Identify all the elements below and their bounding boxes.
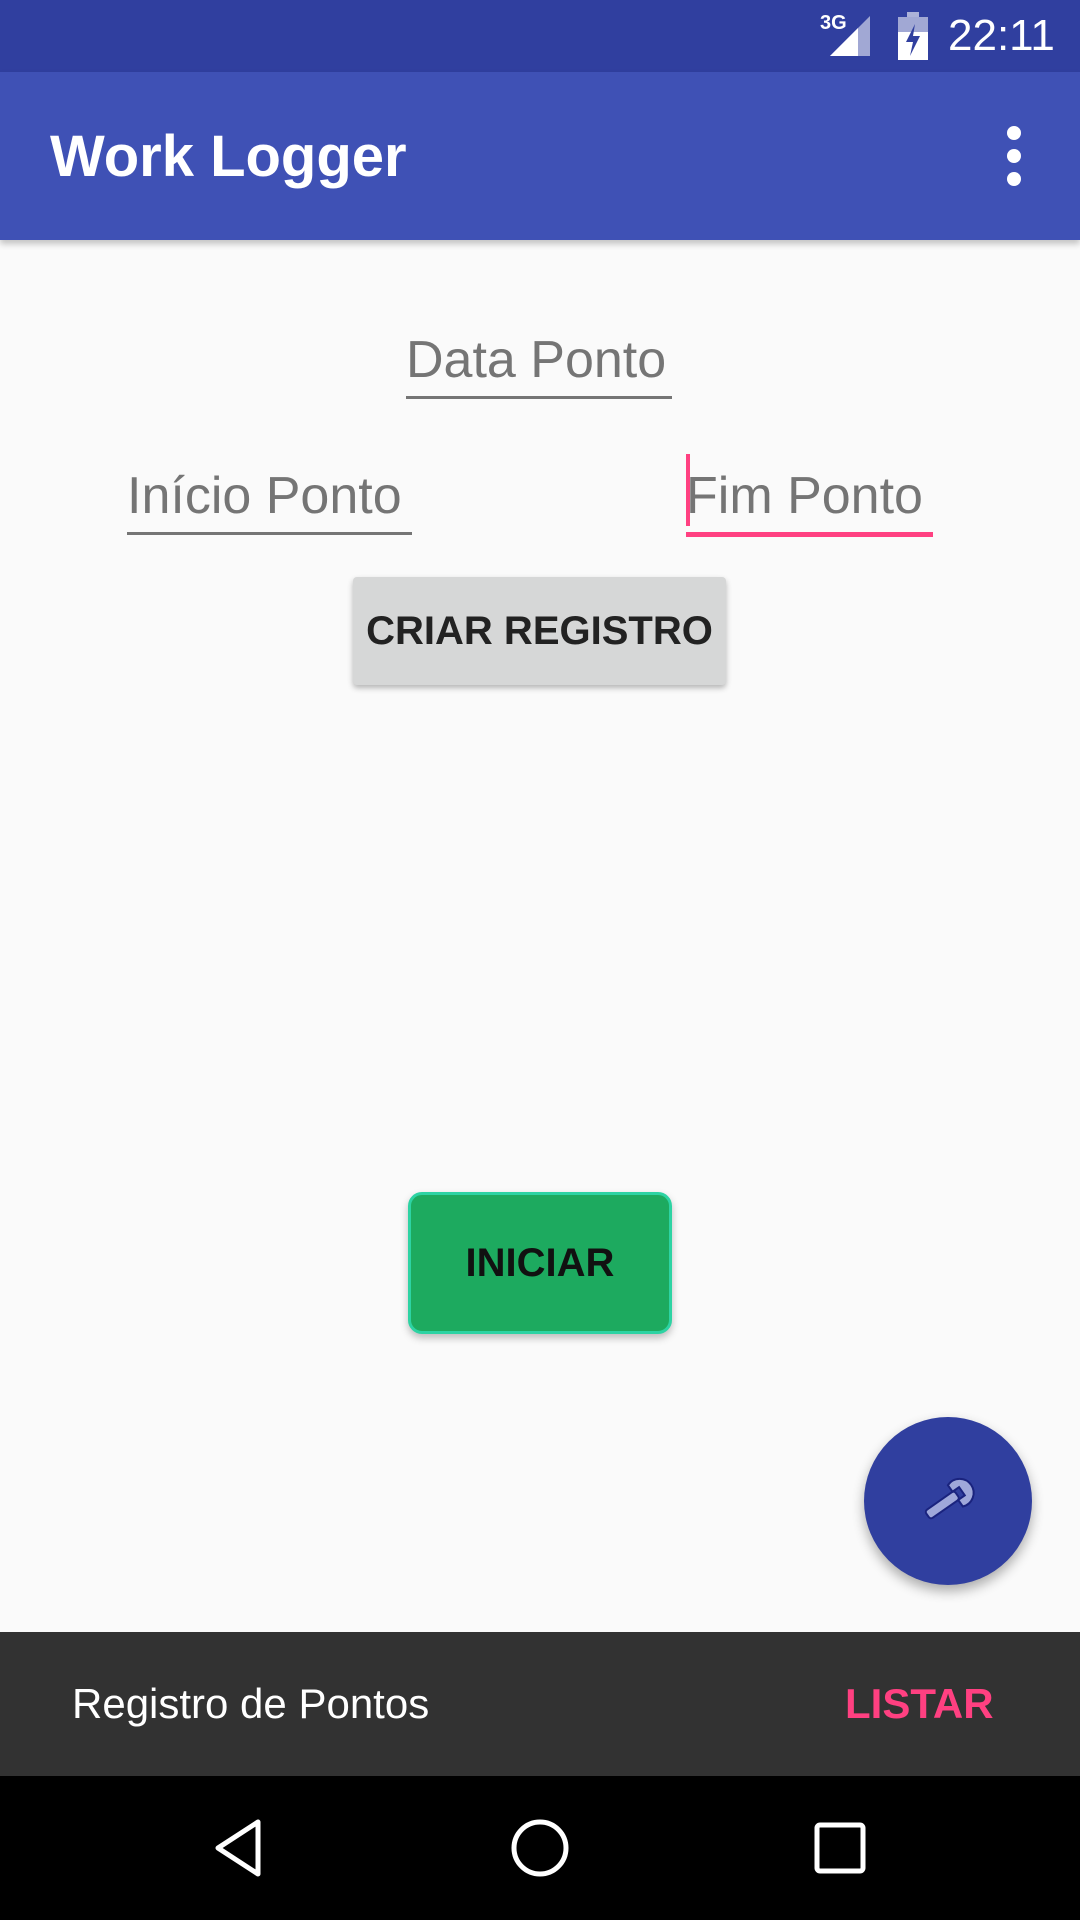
- iniciar-button[interactable]: INICIAR: [408, 1192, 672, 1334]
- status-bar: 3G 22:11: [0, 0, 1080, 72]
- listar-action-button[interactable]: LISTAR: [845, 1678, 994, 1730]
- app-bar: Work Logger: [0, 72, 1080, 240]
- clock: 22:11: [948, 11, 1055, 60]
- fim-ponto-field[interactable]: Fim Ponto: [686, 454, 933, 537]
- system-nav-bar: [0, 1776, 1080, 1920]
- app-title: Work Logger: [50, 124, 407, 189]
- data-ponto-placeholder: Data Ponto: [406, 331, 667, 389]
- back-icon[interactable]: [208, 1816, 272, 1880]
- data-ponto-field[interactable]: Data Ponto: [406, 326, 672, 399]
- fim-ponto-placeholder: Fim Ponto: [686, 467, 923, 525]
- overflow-menu-icon[interactable]: [996, 124, 1032, 188]
- signal-icon: [830, 16, 870, 56]
- wrench-icon: [924, 1477, 975, 1520]
- snackbar: Registro de Pontos LISTAR: [0, 1632, 1080, 1776]
- snackbar-message: Registro de Pontos: [72, 1680, 430, 1727]
- home-icon[interactable]: [508, 1816, 572, 1880]
- inicio-ponto-placeholder: Início Ponto: [127, 467, 402, 525]
- battery-icon: [898, 12, 928, 60]
- settings-fab[interactable]: [864, 1417, 1032, 1585]
- text-cursor: [686, 454, 690, 526]
- criar-registro-button[interactable]: CRIAR REGISTRO: [353, 577, 726, 685]
- inicio-ponto-field[interactable]: Início Ponto: [127, 462, 412, 535]
- recents-icon[interactable]: [808, 1816, 872, 1880]
